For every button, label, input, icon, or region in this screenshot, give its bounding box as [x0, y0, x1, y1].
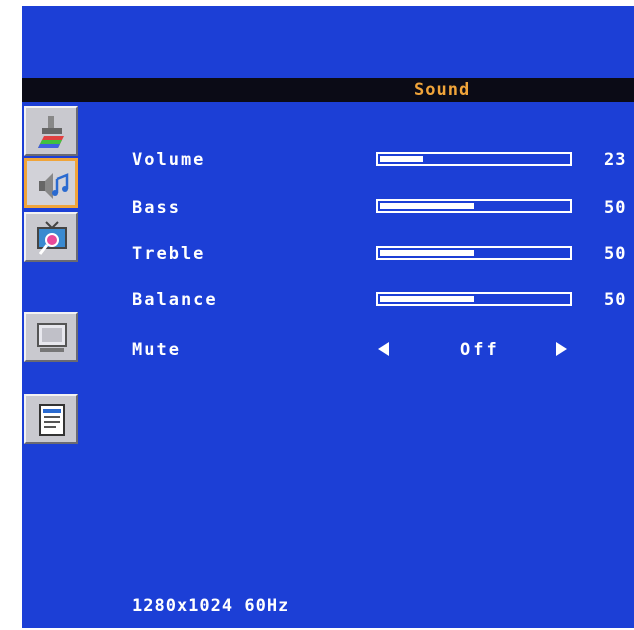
- monitor-icon: [37, 323, 67, 352]
- document-icon: [39, 404, 65, 436]
- tv-tab[interactable]: [24, 212, 78, 262]
- volume-slider[interactable]: [376, 152, 572, 166]
- mute-label: Mute: [132, 340, 181, 360]
- treble-label: Treble: [132, 244, 206, 264]
- menu-title: Sound: [414, 80, 471, 100]
- left-arrow-icon[interactable]: [378, 342, 389, 356]
- menu-tab[interactable]: [24, 394, 78, 444]
- mute-value: Off: [460, 340, 500, 360]
- balance-slider-fill: [380, 296, 474, 302]
- speaker-music-icon: [39, 173, 69, 199]
- picture-tab[interactable]: [24, 106, 78, 156]
- bass-value: 50: [604, 198, 627, 218]
- title-bar: Sound: [22, 78, 634, 102]
- bass-slider[interactable]: [376, 199, 572, 213]
- bass-label: Bass: [132, 198, 181, 218]
- treble-value: 50: [604, 244, 627, 264]
- volume-value: 23: [604, 150, 627, 170]
- monitor-tab[interactable]: [24, 312, 78, 362]
- treble-slider-fill: [380, 250, 474, 256]
- volume-slider-fill: [380, 156, 423, 162]
- osd-menu: Sound Volume 23 Bass 50 Treble 50 Balanc…: [22, 6, 634, 628]
- bass-slider-fill: [380, 203, 474, 209]
- resolution-status: 1280x1024 60Hz: [132, 596, 290, 616]
- tv-search-icon: [37, 221, 67, 255]
- right-arrow-icon[interactable]: [556, 342, 567, 356]
- sound-tab[interactable]: [24, 158, 78, 208]
- treble-slider[interactable]: [376, 246, 572, 260]
- paintbrush-icon: [38, 116, 64, 148]
- balance-label: Balance: [132, 290, 218, 310]
- volume-label: Volume: [132, 150, 206, 170]
- balance-slider[interactable]: [376, 292, 572, 306]
- balance-value: 50: [604, 290, 627, 310]
